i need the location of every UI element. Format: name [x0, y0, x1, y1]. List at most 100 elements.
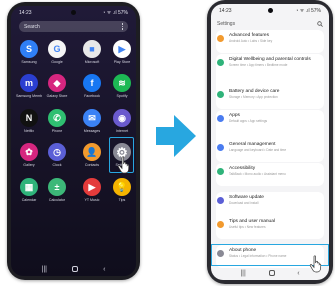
camera-hole	[267, 8, 273, 13]
settings-item-advanced-features[interactable]: Advanced features Android Auto • Labs • S…	[217, 33, 325, 53]
app-label: Calendar	[21, 198, 37, 202]
status-icons: ◔ ᯤ .ıl 57%	[295, 8, 321, 14]
settings-item-accessibility[interactable]: Accessibility TalkBack • Mono audio • Ass…	[217, 166, 325, 186]
app-samsung-members[interactable]: m Samsung Members	[16, 74, 42, 98]
messages-icon: ✉	[83, 109, 101, 127]
settings-item-subtitle: Useful tips • New features	[229, 224, 266, 229]
tap-hand-icon	[309, 255, 322, 273]
tap-hand-icon	[117, 156, 130, 174]
status-time: 14:23	[19, 10, 32, 16]
app-label: YT Music	[84, 198, 100, 202]
app-gallery[interactable]: ✿ Gallery	[16, 143, 42, 167]
status-time: 14:23	[219, 8, 232, 14]
samsung-icon: S	[20, 40, 38, 58]
calendar-icon: ▦	[20, 178, 38, 196]
contacts-icon: 👤	[83, 143, 101, 161]
calculator-icon: ±	[48, 178, 66, 196]
settings-item-software-update[interactable]: Software update Download and install	[217, 195, 325, 215]
navigation-bar: ||| ‹	[11, 262, 136, 276]
settings-item-icon	[217, 115, 224, 122]
gallery-icon: ✿	[20, 143, 38, 161]
settings-item-subtitle: Screen time • App timers • Bedtime mode	[229, 62, 288, 67]
settings-item-general-management[interactable]: General management Language and keyboard …	[217, 142, 325, 162]
settings-item-battery-and-device-care[interactable]: Battery and device care Storage • Memory …	[217, 89, 325, 109]
google-icon: G	[48, 40, 66, 58]
app-label: Tips	[118, 198, 126, 202]
app-search-bar[interactable]: Search	[19, 21, 128, 32]
page-title: Settings	[217, 20, 236, 27]
settings-item-icon	[217, 59, 224, 66]
settings-item-icon	[217, 144, 224, 151]
status-icons: ◔ ᯤ .ıl 57%	[102, 10, 128, 16]
app-label: Play Store	[113, 60, 131, 64]
settings-item-icon	[217, 197, 224, 204]
search-placeholder: Search	[24, 23, 40, 30]
members-icon: m	[20, 74, 38, 92]
app-galaxy-store[interactable]: ◆ Galaxy Store	[44, 74, 70, 98]
settings-item-icon	[217, 91, 224, 98]
facebook-icon: f	[83, 74, 101, 92]
tips-icon: 💡	[113, 178, 131, 196]
app-tips[interactable]: 💡 Tips	[109, 178, 135, 202]
settings-header: Settings	[217, 19, 323, 28]
back-button[interactable]: ‹	[103, 266, 105, 273]
app-label: Galaxy Store	[46, 94, 68, 98]
settings-item-digital-wellbeing-and-parental-controls[interactable]: Digital Wellbeing and parental controls S…	[217, 57, 325, 77]
home-button[interactable]	[72, 266, 79, 272]
app-calendar[interactable]: ▦ Calendar	[16, 178, 42, 202]
app-label: Microsoft	[84, 60, 100, 64]
yt-music-icon: ▶	[83, 178, 101, 196]
recent-apps-button[interactable]: |||	[42, 266, 47, 273]
back-button[interactable]: ‹	[297, 270, 299, 277]
app-internet[interactable]: ◉ Internet	[109, 109, 135, 133]
settings-item-subtitle: Language and keyboard • Date and time	[229, 147, 287, 152]
spotify-icon: ≋	[113, 74, 131, 92]
app-clock[interactable]: ◷ Clock	[44, 143, 70, 167]
app-contacts[interactable]: 👤 Contacts	[79, 143, 105, 167]
app-label: Samsung Members	[16, 94, 42, 98]
app-yt-music[interactable]: ▶ YT Music	[79, 178, 105, 202]
app-label: Spotify	[116, 94, 128, 98]
settings-item-subtitle: Storage • Memory • App protection	[229, 94, 278, 99]
galaxy-store-icon: ◆	[48, 74, 66, 92]
app-label: Calculator	[48, 198, 66, 202]
play-store-icon: ▶	[113, 40, 131, 58]
settings-item-icon	[217, 168, 224, 175]
app-facebook[interactable]: f Facebook	[79, 74, 105, 98]
settings-item-title: Digital Wellbeing and parental controls	[229, 57, 311, 62]
settings-item-subtitle: Android Auto • Labs • Side key	[229, 38, 273, 43]
app-messages[interactable]: ✉ Messages	[79, 109, 105, 133]
settings-item-subtitle: Default apps • App settings	[229, 118, 268, 123]
settings-item-apps[interactable]: Apps Default apps • App settings	[217, 113, 325, 133]
app-microsoft[interactable]: ■ Microsoft	[79, 40, 105, 64]
app-label: Clock	[52, 163, 62, 167]
app-label: Google	[51, 60, 63, 64]
app-calculator[interactable]: ± Calculator	[44, 178, 70, 202]
app-google[interactable]: G Google	[44, 40, 70, 64]
search-icon[interactable]	[317, 20, 323, 27]
settings-item-subtitle: Download and install	[229, 200, 259, 205]
netflix-icon: N	[20, 109, 38, 127]
settings-item-icon	[217, 35, 224, 42]
internet-icon: ◉	[113, 109, 131, 127]
settings-item-icon	[217, 221, 224, 228]
clock-icon: ◷	[48, 143, 66, 161]
app-phone[interactable]: ✆ Phone	[44, 109, 70, 133]
settings-item-tips-and-user-manual[interactable]: Tips and user manual Useful tips • New fe…	[217, 219, 325, 239]
settings-item-subtitle: TalkBack • Mono audio • Assistant menu	[229, 171, 286, 176]
app-spotify[interactable]: ≋ Spotify	[109, 74, 135, 98]
camera-hole	[71, 10, 76, 15]
app-label: Netflix	[24, 129, 34, 133]
recent-apps-button[interactable]: |||	[240, 270, 245, 277]
app-label: Gallery	[23, 163, 35, 167]
arrow-icon	[156, 115, 196, 157]
app-label: Samsung	[21, 60, 37, 64]
more-options-icon[interactable]	[121, 23, 123, 30]
app-label: Contacts	[84, 163, 100, 167]
home-button[interactable]	[268, 270, 275, 276]
app-samsung[interactable]: S Samsung	[16, 40, 42, 64]
phone-icon: ✆	[48, 109, 66, 127]
app-netflix[interactable]: N Netflix	[16, 109, 42, 133]
settings-phone: 14:23 ◔ ᯤ .ıl 57% Settings Advanced feat…	[207, 0, 333, 284]
app-play-store[interactable]: ▶ Play Store	[109, 40, 135, 64]
